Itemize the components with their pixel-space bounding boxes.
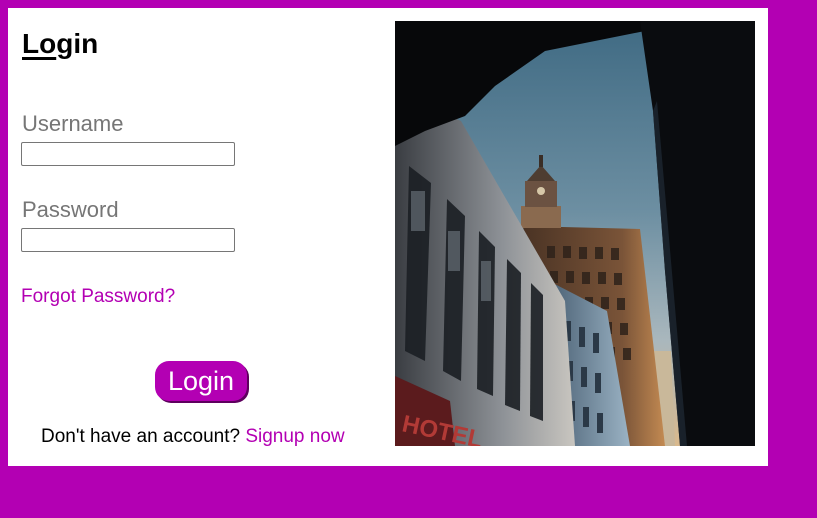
- signup-link[interactable]: Signup now: [245, 426, 344, 447]
- title-underlined-part: Lo: [22, 28, 57, 59]
- password-label: Password: [22, 197, 119, 222]
- signup-row: Don't have an account? Signup now: [41, 426, 345, 448]
- username-label: Username: [22, 111, 124, 136]
- password-field[interactable]: [21, 228, 235, 252]
- page-title: Login: [22, 26, 98, 62]
- login-button[interactable]: Login: [155, 361, 247, 401]
- username-field[interactable]: [21, 142, 235, 166]
- city-buildings-photo: HOTEL: [395, 21, 755, 446]
- signup-prompt: Don't have an account?: [41, 426, 241, 447]
- forgot-password-link[interactable]: Forgot Password?: [21, 286, 175, 308]
- title-rest: gin: [56, 28, 99, 59]
- login-card: Login Username Password Forgot Password?…: [8, 8, 768, 466]
